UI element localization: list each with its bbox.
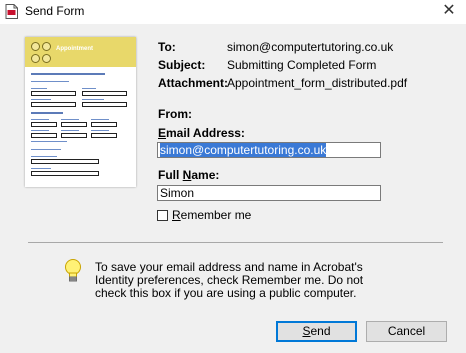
attachment-value: Appointment_form_distributed.pdf: [227, 76, 408, 90]
thumbnail-field: [91, 122, 117, 127]
thumbnail-line: [91, 119, 109, 120]
email-value: simon@computertutoring.co.uk: [160, 143, 327, 157]
email-field[interactable]: simon@computertutoring.co.uk: [157, 142, 381, 158]
thumbnail-field: [31, 133, 57, 138]
thumbnail-field: [31, 102, 76, 107]
thumbnail-field: [31, 122, 57, 127]
subject-value: Submitting Completed Form: [227, 58, 377, 72]
thumbnail-field: [91, 133, 117, 138]
remember-me-checkbox[interactable]: [157, 210, 168, 221]
thumbnail-field: [31, 91, 76, 96]
send-button[interactable]: Send: [276, 321, 357, 342]
thumbnail-decoration: [42, 54, 51, 63]
info-message: To save your email address and name in A…: [95, 260, 364, 300]
thumbnail-header: Appointment: [25, 37, 136, 67]
thumbnail-field: [61, 122, 87, 127]
thumbnail-title: Appointment: [56, 46, 93, 52]
form-thumbnail: Appointment: [25, 37, 136, 187]
remember-me-label[interactable]: Remember me: [172, 208, 251, 222]
thumbnail-line: [61, 119, 79, 120]
to-value: simon@computertutoring.co.uk: [227, 40, 394, 54]
lightbulb-icon: [65, 259, 81, 282]
subject-label: Subject:: [158, 58, 206, 72]
full-name-value: Simon: [160, 186, 195, 200]
thumbnail-line: [31, 73, 105, 75]
thumbnail-field: [82, 102, 127, 107]
attachment-label: Attachment:: [158, 76, 229, 90]
thumbnail-line: [31, 99, 51, 100]
thumbnail-field: [31, 159, 99, 164]
cancel-button[interactable]: Cancel: [366, 321, 447, 342]
thumbnail-line: [31, 119, 49, 120]
thumbnail-line: [31, 168, 51, 169]
thumbnail-line: [91, 130, 109, 131]
divider: [28, 242, 443, 243]
send-button-label: Send: [302, 324, 331, 338]
thumbnail-field: [31, 171, 99, 176]
thumbnail-line: [31, 156, 57, 157]
to-label: To:: [158, 40, 176, 54]
from-label: From:: [158, 107, 192, 121]
thumbnail-line: [31, 130, 49, 131]
close-button[interactable]: ✕: [436, 0, 462, 22]
thumbnail-field: [61, 133, 87, 138]
thumbnail-decoration: [42, 42, 51, 51]
full-name-label: Full Name:: [158, 168, 220, 182]
title-bar: Send Form ✕: [0, 0, 466, 24]
thumbnail-line: [82, 88, 96, 89]
cancel-button-label: Cancel: [387, 324, 426, 338]
thumbnail-field: [82, 91, 127, 96]
thumbnail-line: [31, 112, 63, 114]
thumbnail-line: [61, 130, 79, 131]
acrobat-document-icon: [5, 4, 18, 19]
thumbnail-line: [82, 99, 104, 100]
thumbnail-line: [31, 149, 61, 150]
thumbnail-decoration: [31, 54, 40, 63]
full-name-field[interactable]: Simon: [157, 185, 381, 201]
thumbnail-line: [31, 81, 69, 82]
thumbnail-decoration: [31, 42, 40, 51]
window-title: Send Form: [25, 4, 85, 18]
email-label: Email Address:: [158, 126, 245, 140]
thumbnail-line: [31, 88, 47, 89]
thumbnail-line: [31, 141, 67, 142]
close-icon: ✕: [442, 2, 456, 19]
